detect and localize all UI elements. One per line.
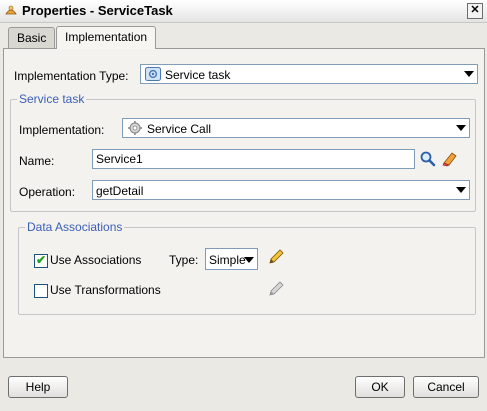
implementation-value: Service Call xyxy=(147,122,212,136)
type-select[interactable]: Simple xyxy=(205,248,258,270)
implementation-type-select[interactable]: Service task xyxy=(140,64,478,84)
ok-button-label: OK xyxy=(371,380,389,394)
service-task-icon xyxy=(145,67,161,81)
implementation-type-value: Service task xyxy=(165,68,231,82)
operation-value: getDetail xyxy=(96,184,144,198)
app-icon xyxy=(5,5,17,15)
implementation-type-label: Implementation Type: xyxy=(14,69,129,83)
tab-basic[interactable]: Basic xyxy=(8,27,56,48)
dialog-footer: Help OK Cancel xyxy=(0,366,487,411)
close-button[interactable]: ✕ xyxy=(467,3,483,19)
implementation-label: Implementation: xyxy=(19,123,105,137)
dialog-title: Properties - ServiceTask xyxy=(22,3,173,18)
search-icon[interactable] xyxy=(419,150,437,168)
use-transformations-checkbox[interactable] xyxy=(34,284,48,298)
implementation-select[interactable]: Service Call xyxy=(122,118,470,138)
use-associations-checkbox[interactable]: ✔ xyxy=(34,253,48,268)
eraser-icon[interactable] xyxy=(441,150,459,168)
data-associations-group: Data Associations ✔ Use Associations Typ… xyxy=(18,220,476,315)
close-icon: ✕ xyxy=(470,4,480,16)
name-label: Name: xyxy=(19,154,55,168)
tab-implementation-label: Implementation xyxy=(65,30,148,44)
data-associations-group-title: Data Associations xyxy=(25,220,125,234)
gear-icon xyxy=(128,121,142,135)
operation-label: Operation: xyxy=(19,185,76,199)
use-transformations-label: Use Transformations xyxy=(50,283,161,297)
checkmark-icon: ✔ xyxy=(36,253,47,267)
service-task-group-title: Service task xyxy=(17,92,87,106)
operation-select[interactable]: getDetail xyxy=(92,180,470,200)
chevron-down-icon xyxy=(244,257,254,263)
type-value: Simple xyxy=(209,253,246,267)
properties-dialog: Properties - ServiceTask ✕ Basic Impleme… xyxy=(0,0,487,411)
use-associations-label: Use Associations xyxy=(50,253,142,267)
title-bar[interactable]: Properties - ServiceTask ✕ xyxy=(0,0,487,23)
implementation-tab-panel: Implementation Type: Service task Servic… xyxy=(3,48,485,358)
cancel-button[interactable]: Cancel xyxy=(413,376,479,398)
chevron-down-icon xyxy=(456,125,466,131)
pencil-icon-disabled[interactable] xyxy=(267,280,285,298)
help-button-label: Help xyxy=(25,380,51,394)
tab-implementation[interactable]: Implementation xyxy=(56,26,157,49)
type-label: Type: xyxy=(169,253,199,267)
chevron-down-icon xyxy=(456,187,466,193)
cancel-button-label: Cancel xyxy=(427,380,465,394)
ok-button[interactable]: OK xyxy=(355,376,405,398)
tab-basic-label: Basic xyxy=(17,31,47,45)
pencil-icon[interactable] xyxy=(267,248,285,266)
service-task-group: Service task Implementation: Service Cal… xyxy=(10,92,476,212)
name-field[interactable]: Service1 xyxy=(92,149,415,169)
chevron-down-icon xyxy=(464,71,474,77)
help-button[interactable]: Help xyxy=(8,376,68,398)
